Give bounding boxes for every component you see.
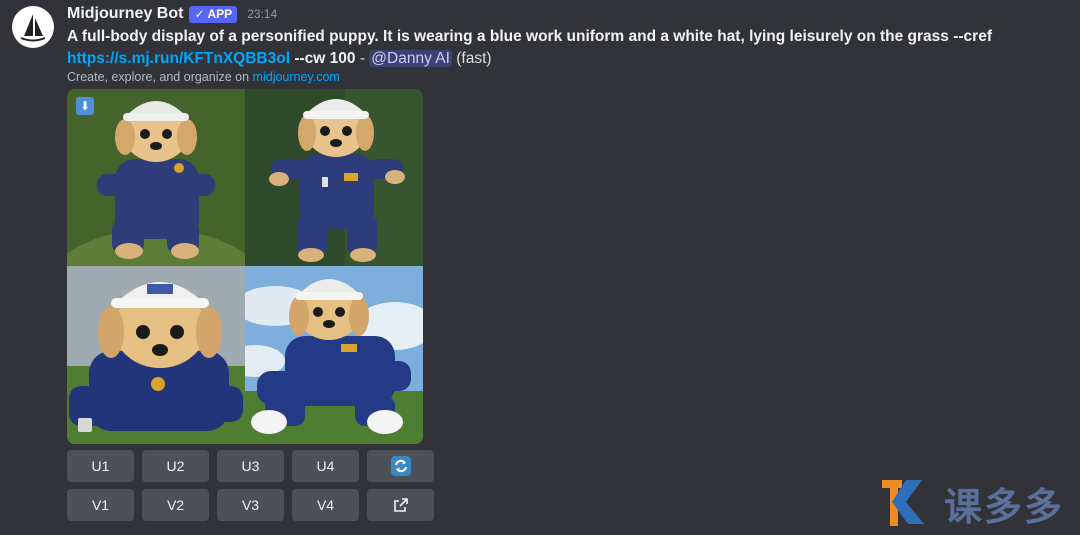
image-grid[interactable] [67, 89, 423, 444]
prompt-text-block: A full-body display of a personified pup… [67, 26, 1067, 70]
check-icon: ✓ [194, 7, 205, 21]
image-tile-3[interactable] [67, 266, 245, 444]
watermark-text: 课多多 [944, 487, 1065, 529]
user-mention[interactable]: @Danny AI [369, 50, 452, 67]
upscale-2-button[interactable]: U2 [142, 450, 209, 482]
app-badge-label: APP [207, 7, 233, 21]
separator: - [355, 50, 370, 67]
download-icon[interactable]: ⬇ [76, 97, 94, 115]
app-badge: ✓ APP [189, 5, 238, 23]
prompt-params: --cw 100 [294, 50, 356, 67]
upscale-1-button[interactable]: U1 [67, 450, 134, 482]
reroll-icon [390, 456, 411, 476]
prompt-text: A full-body display of a personified pup… [67, 28, 992, 45]
image-tile-2[interactable] [245, 89, 423, 266]
upscale-4-button[interactable]: U4 [292, 450, 359, 482]
reroll-button[interactable] [367, 450, 434, 482]
midjourney-link[interactable]: midjourney.com [253, 70, 340, 84]
variation-1-button[interactable]: V1 [67, 489, 134, 521]
variation-4-button[interactable]: V4 [292, 489, 359, 521]
image-tile-1[interactable] [67, 89, 245, 266]
image-corner-icon [78, 418, 92, 432]
timestamp: 23:14 [247, 7, 278, 21]
speed-label: (fast) [456, 50, 492, 67]
upscale-3-button[interactable]: U3 [217, 450, 284, 482]
watermark-logo: 课多多 [878, 474, 1078, 530]
open-web-button[interactable] [367, 489, 434, 521]
message-header: Midjourney Bot ✓ APP 23:14 [67, 4, 277, 24]
variation-3-button[interactable]: V3 [217, 489, 284, 521]
subline: Create, explore, and organize on midjour… [67, 70, 340, 84]
image-tile-4[interactable] [245, 266, 423, 444]
subline-prefix: Create, explore, and organize on [67, 70, 253, 84]
bot-avatar[interactable] [12, 6, 54, 48]
prompt-link[interactable]: https://s.mj.run/KFTnXQBB3ol [67, 50, 290, 67]
sailboat-logo-icon [20, 14, 46, 42]
username[interactable]: Midjourney Bot [67, 5, 183, 23]
variation-2-button[interactable]: V2 [142, 489, 209, 521]
external-link-icon [393, 498, 408, 512]
